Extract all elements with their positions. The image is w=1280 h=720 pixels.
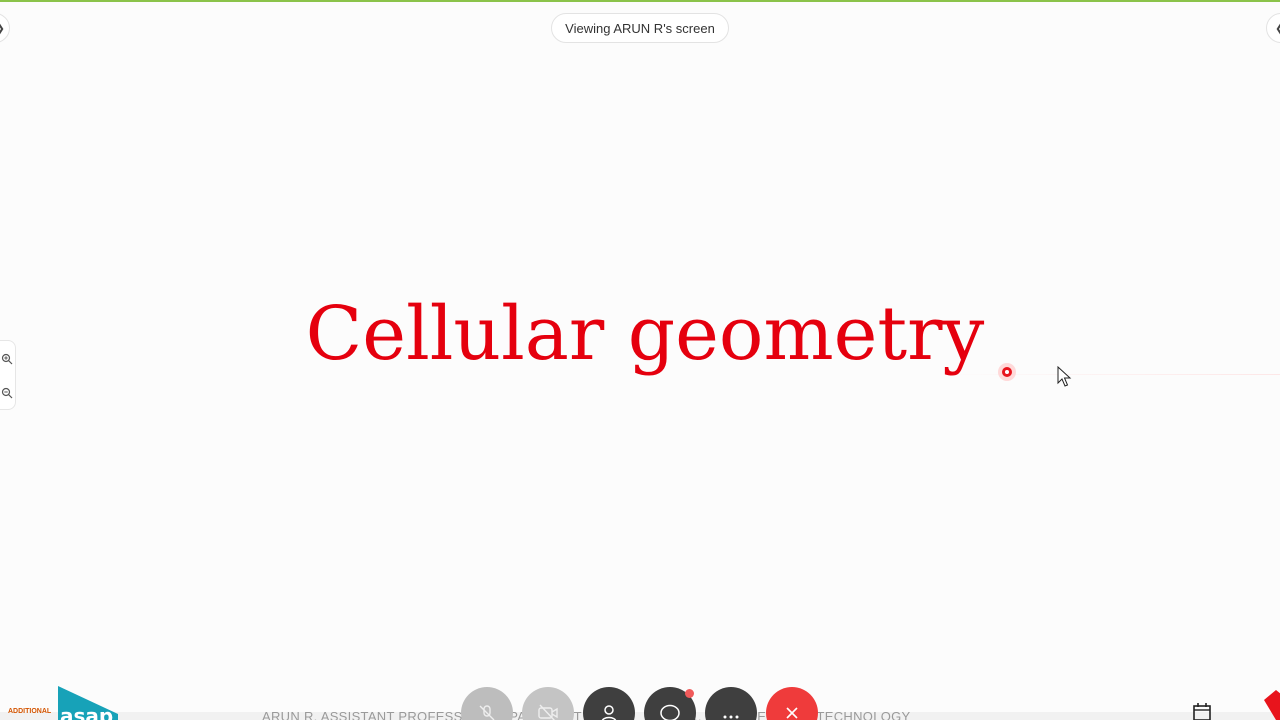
participants-button[interactable]: [583, 687, 635, 720]
mouse-cursor-icon: [1057, 366, 1072, 387]
bottom-strip: [0, 712, 1280, 720]
more-options-button[interactable]: [705, 687, 757, 720]
video-off-icon: [538, 704, 558, 720]
left-edge-button[interactable]: ❯: [0, 13, 10, 43]
laser-trail: [940, 374, 1280, 375]
end-call-button[interactable]: [766, 687, 818, 720]
logo-brand-text: asap: [60, 704, 114, 720]
viewing-screen-label: Viewing ARUN R's screen: [565, 20, 715, 36]
chevron-icon: ❮: [1275, 22, 1280, 35]
video-button[interactable]: [522, 687, 574, 720]
chat-notification-badge: [685, 689, 694, 698]
close-icon: [786, 707, 798, 719]
ellipsis-icon: [723, 715, 739, 719]
top-accent-line: [0, 0, 1280, 2]
person-icon: [601, 705, 617, 720]
chevron-icon: ❯: [0, 22, 5, 35]
right-edge-button[interactable]: ❮: [1266, 13, 1280, 43]
slide-title: Cellular geometry: [305, 291, 985, 377]
calendar-icon[interactable]: [1192, 702, 1212, 720]
microphone-off-icon: [479, 705, 495, 720]
annotation-tool-icon[interactable]: [1262, 688, 1280, 720]
screen-share-viewer: ❯ ❮ Viewing ARUN R's screen Cellular geo…: [0, 0, 1280, 720]
logo-caption: ADDITIONAL: [8, 708, 52, 715]
chat-bubble-icon: [660, 704, 680, 720]
mute-button[interactable]: [461, 687, 513, 720]
laser-pointer-icon: [998, 363, 1016, 381]
zoom-out-icon[interactable]: [1, 387, 13, 399]
viewing-screen-banner: Viewing ARUN R's screen: [551, 13, 729, 43]
